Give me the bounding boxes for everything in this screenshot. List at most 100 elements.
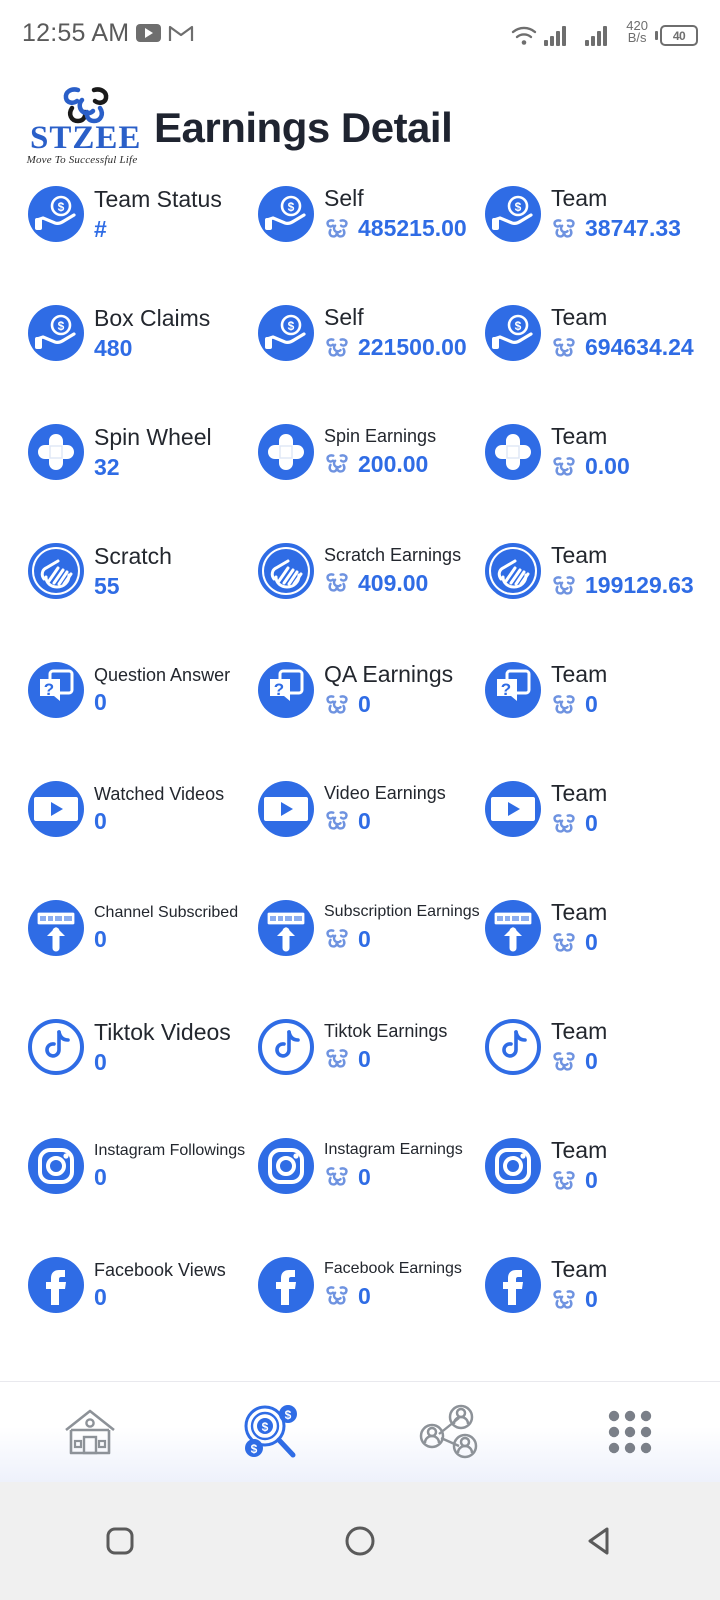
nav-item-home[interactable] <box>0 1382 180 1482</box>
video-film-icon <box>258 781 314 837</box>
cell-team-earnings[interactable]: Team 0 <box>485 1019 720 1075</box>
earnings-search-icon: $ $ $ <box>244 1405 297 1458</box>
battery-level: 40 <box>672 28 686 43</box>
cell-self-count[interactable]: Scratch 55 <box>28 543 258 599</box>
cell-label: Scratch Earnings <box>324 545 462 566</box>
cell-label: Instagram Followings <box>94 1142 246 1160</box>
page-header: STZEE Move To Successful Life Earnings D… <box>0 78 720 178</box>
cell-self-earnings[interactable]: ? QA Earnings 0 <box>258 662 490 718</box>
hand-coin-icon: $ <box>485 305 541 361</box>
cell-label: Team <box>551 304 608 331</box>
stzee-currency-icon <box>553 932 575 952</box>
svg-text:?: ? <box>501 680 511 699</box>
cell-self-count[interactable]: Watched Videos 0 <box>28 781 258 837</box>
stzee-currency-icon <box>326 694 348 714</box>
earnings-row: Spin Wheel 32 Spin Earnings 200.00 Team 0.0… <box>0 424 720 543</box>
cell-text: Video Earnings 0 <box>324 784 446 834</box>
cell-value: 55 <box>94 572 120 599</box>
svg-text:$: $ <box>288 200 295 214</box>
cell-value-number: 694634.24 <box>585 334 694 361</box>
cell-team-earnings[interactable]: ? Team 0 <box>485 662 720 718</box>
nav-item-menu[interactable] <box>540 1382 720 1482</box>
cell-self-count[interactable]: $ Box Claims 480 <box>28 305 258 361</box>
cell-text: Facebook Earnings 0 <box>324 1260 462 1309</box>
cell-value-number: 0 <box>358 1045 371 1072</box>
question-answer-icon: ? <box>28 662 84 718</box>
cell-self-count[interactable]: Tiktok Videos 0 <box>28 1019 258 1075</box>
video-film-icon <box>485 781 541 837</box>
cell-value-number: 0 <box>358 925 371 952</box>
cell-team-earnings[interactable]: $ Team 38747.33 <box>485 186 720 242</box>
stzee-currency-icon <box>326 337 348 357</box>
cell-self-earnings[interactable]: Subscription Earnings 0 <box>258 900 490 956</box>
recent-apps-icon <box>106 1527 134 1555</box>
cell-label: Video Earnings <box>324 783 446 804</box>
stzee-currency-icon <box>553 1170 575 1190</box>
cell-self-count[interactable]: Spin Wheel 32 <box>28 424 258 480</box>
sysnav-home[interactable] <box>240 1520 480 1562</box>
cell-value-number: 200.00 <box>358 450 429 477</box>
svg-text:$: $ <box>285 1408 292 1422</box>
earnings-row: Scratch 55 Scratch Earnings 409.00 Team 1… <box>0 543 720 662</box>
cell-value-number: 0 <box>585 1048 598 1075</box>
stzee-currency-icon <box>553 456 575 476</box>
signal-bars-icon <box>544 26 567 46</box>
network-speed: 420 B/s <box>626 19 648 46</box>
cell-team-earnings[interactable]: Team 199129.63 <box>485 543 720 599</box>
cell-self-earnings[interactable]: $ Self 221500.00 <box>258 305 490 361</box>
cell-self-count[interactable]: Facebook Views 0 <box>28 1257 258 1313</box>
cell-text: Watched Videos 0 <box>94 785 224 833</box>
earnings-grid: $ Team Status # $ Self 485215.00 $ Team 38747.… <box>0 186 720 1376</box>
cell-self-earnings[interactable]: Video Earnings 0 <box>258 781 490 837</box>
cell-text: Box Claims 480 <box>94 306 210 359</box>
cell-self-earnings[interactable]: Instagram Earnings 0 <box>258 1138 490 1194</box>
nav-item-earnings[interactable]: $ $ $ <box>180 1382 360 1482</box>
svg-text:?: ? <box>274 680 284 699</box>
earnings-row: Watched Videos 0 Video Earnings 0 Team 0 <box>0 781 720 900</box>
cell-value-number: 0 <box>358 691 371 718</box>
page-title: Earnings Detail <box>154 104 453 151</box>
svg-text:$: $ <box>288 319 295 333</box>
cell-label: Team <box>551 1018 608 1045</box>
sysnav-recent[interactable] <box>0 1520 240 1562</box>
svg-text:$: $ <box>251 1442 258 1456</box>
cell-self-earnings[interactable]: Scratch Earnings 409.00 <box>258 543 490 599</box>
sysnav-back[interactable] <box>480 1520 720 1562</box>
cell-value: 485215.00 <box>324 216 467 242</box>
home-icon <box>65 1409 115 1455</box>
spin-wheel-icon <box>28 424 84 480</box>
cell-value-number: 38747.33 <box>585 215 681 242</box>
cell-self-count[interactable]: Instagram Followings 0 <box>28 1138 258 1194</box>
cell-value: 0 <box>551 1168 607 1194</box>
nav-item-team[interactable] <box>360 1382 540 1482</box>
cell-team-earnings[interactable]: Team 0 <box>485 1138 720 1194</box>
stzee-currency-icon <box>326 929 348 948</box>
cell-label: Channel Subscribed <box>94 904 239 922</box>
cell-team-earnings[interactable]: Team 0.00 <box>485 424 720 480</box>
cell-value: 200.00 <box>324 451 436 477</box>
stzee-logo: STZEE Move To Successful Life <box>26 84 140 172</box>
battery-indicator: 40 <box>655 25 698 46</box>
cell-self-count[interactable]: $ Team Status # <box>28 186 258 242</box>
stzee-currency-icon <box>326 218 348 238</box>
cell-team-earnings[interactable]: Team 0 <box>485 1257 720 1313</box>
cell-self-count[interactable]: ? Question Answer 0 <box>28 662 258 718</box>
stzee-currency-icon <box>326 1167 348 1186</box>
cell-team-earnings[interactable]: $ Team 694634.24 <box>485 305 720 361</box>
logo-tagline: Move To Successful Life <box>26 154 138 166</box>
status-bar-left: 12:55 AM <box>22 19 194 48</box>
instagram-icon <box>485 1138 541 1194</box>
cell-value-number: 0 <box>358 807 371 834</box>
back-triangle-icon <box>588 1527 609 1555</box>
cell-team-earnings[interactable]: Team 0 <box>485 900 720 956</box>
cell-self-earnings[interactable]: $ Self 485215.00 <box>258 186 490 242</box>
cell-self-count[interactable]: Channel Subscribed 0 <box>28 900 258 956</box>
cell-team-earnings[interactable]: Team 0 <box>485 781 720 837</box>
cell-self-earnings[interactable]: Tiktok Earnings 0 <box>258 1019 490 1075</box>
cell-self-earnings[interactable]: Spin Earnings 200.00 <box>258 424 490 480</box>
subscribe-arrow-icon <box>28 900 84 956</box>
home-circle-icon <box>345 1526 375 1556</box>
cell-self-earnings[interactable]: Facebook Earnings 0 <box>258 1257 490 1313</box>
cell-value: 0 <box>551 692 607 718</box>
spin-wheel-icon <box>258 424 314 480</box>
